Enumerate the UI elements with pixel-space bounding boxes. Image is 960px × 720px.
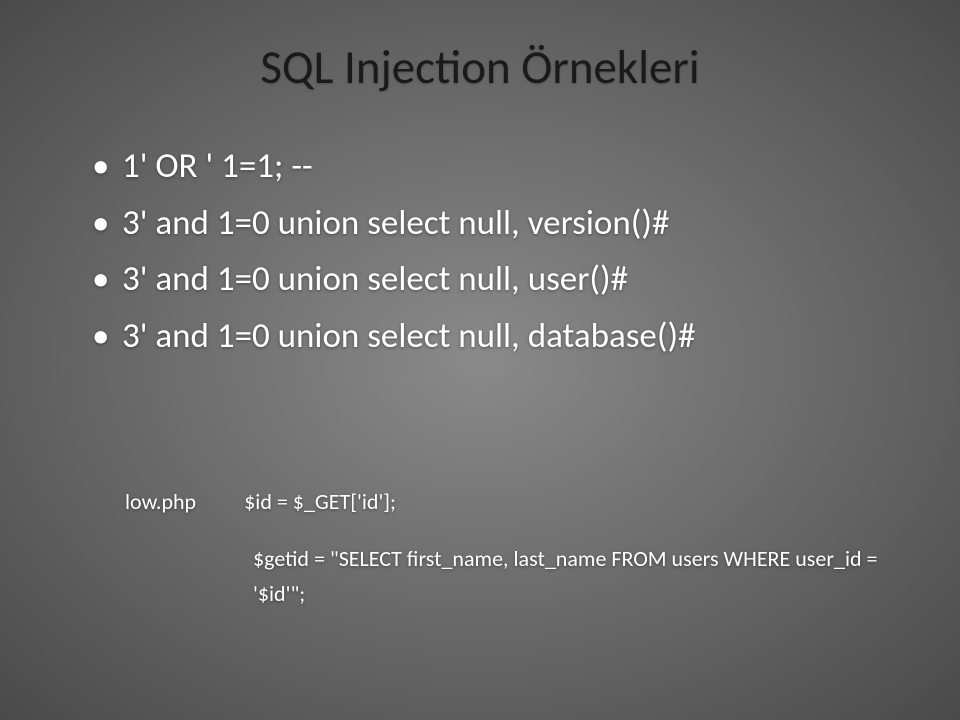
- list-item: 3' and 1=0 union select null, database()…: [92, 310, 890, 363]
- list-item: 1' OR ' 1=1; --: [92, 140, 890, 193]
- slide-title: SQL Injection Örnekleri: [70, 38, 890, 96]
- code-line: $getid = "SELECT first_name, last_name F…: [125, 541, 890, 611]
- bullet-list: 1' OR ' 1=1; -- 3' and 1=0 union select …: [70, 140, 890, 366]
- code-filename: low.php: [125, 484, 196, 519]
- code-line: low.php $id = $_GET['id'];: [125, 484, 890, 519]
- code-snippet: $getid = "SELECT first_name, last_name F…: [253, 545, 878, 607]
- list-item: 3' and 1=0 union select null, user()#: [92, 253, 890, 306]
- list-item: 3' and 1=0 union select null, version()#: [92, 197, 890, 250]
- code-example: low.php $id = $_GET['id']; $getid = "SEL…: [70, 484, 890, 612]
- presentation-slide: SQL Injection Örnekleri 1' OR ' 1=1; -- …: [0, 0, 960, 720]
- code-snippet: $id = $_GET['id'];: [244, 484, 396, 519]
